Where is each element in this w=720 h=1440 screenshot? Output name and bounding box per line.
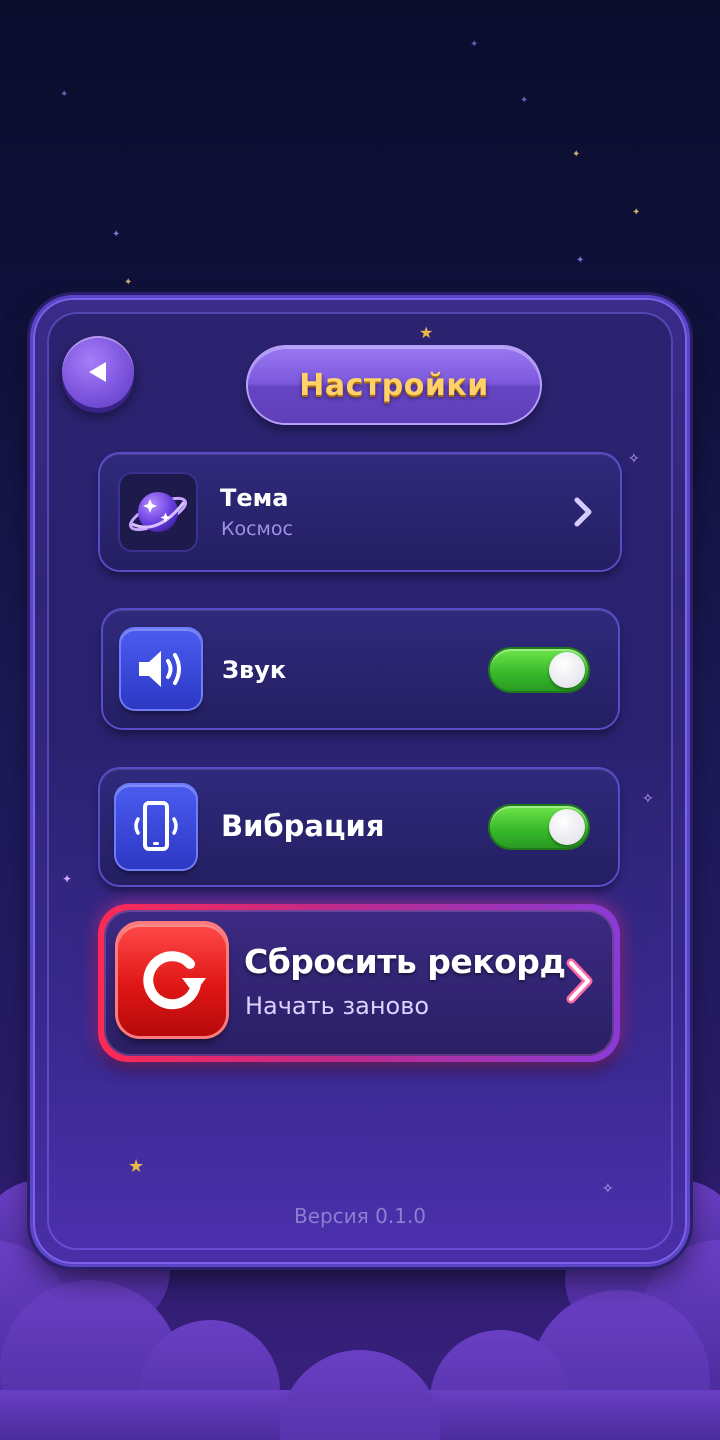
star-icon: ✦	[124, 277, 133, 288]
version-label: Версия 0.1.0	[294, 1204, 426, 1228]
sparkle-icon: ✧	[628, 451, 640, 467]
sound-label: Звук	[222, 656, 287, 684]
page-title: Настройки	[299, 367, 489, 403]
star-icon: ✦	[576, 255, 585, 266]
star-icon: ✦	[520, 95, 529, 106]
back-button[interactable]	[62, 336, 134, 408]
phone-vibrate-icon	[116, 785, 196, 869]
chevron-right-icon	[566, 958, 593, 1004]
vibration-label: Вибрация	[221, 809, 385, 843]
sound-toggle[interactable]	[490, 649, 588, 691]
theme-setting-row[interactable]: Тема Космос	[100, 454, 620, 570]
speaker-icon	[121, 629, 201, 709]
star-icon: ✦	[572, 149, 581, 160]
star-icon: ✦	[60, 89, 69, 100]
back-arrow-icon	[89, 362, 106, 382]
theme-label: Тема	[220, 484, 289, 512]
planet-icon	[118, 472, 198, 552]
reset-record-title: Сбросить рекорд	[244, 942, 566, 981]
sparkle-icon: ✦	[62, 872, 73, 886]
star-icon: ✦	[470, 39, 479, 50]
restart-icon	[118, 924, 226, 1036]
sparkle-icon: ✧	[602, 1181, 614, 1197]
star-icon: ✦	[632, 207, 641, 218]
reset-record-button[interactable]: Сбросить рекорд Начать заново	[98, 904, 620, 1062]
reset-record-subtitle: Начать заново	[245, 992, 430, 1020]
vibration-toggle[interactable]	[490, 806, 588, 848]
star-icon: ✦	[112, 229, 121, 240]
toggle-knob	[549, 809, 585, 845]
sparkle-icon: ✧	[642, 791, 654, 807]
star-icon: ★	[419, 323, 434, 342]
page-title-banner: Настройки	[248, 347, 540, 423]
sound-setting-row: Звук	[103, 610, 618, 728]
star-icon: ★	[128, 1156, 145, 1177]
theme-value: Космос	[221, 518, 293, 540]
vibration-setting-row: Вибрация	[100, 769, 618, 885]
chevron-right-icon	[574, 497, 592, 527]
toggle-knob	[549, 652, 585, 688]
